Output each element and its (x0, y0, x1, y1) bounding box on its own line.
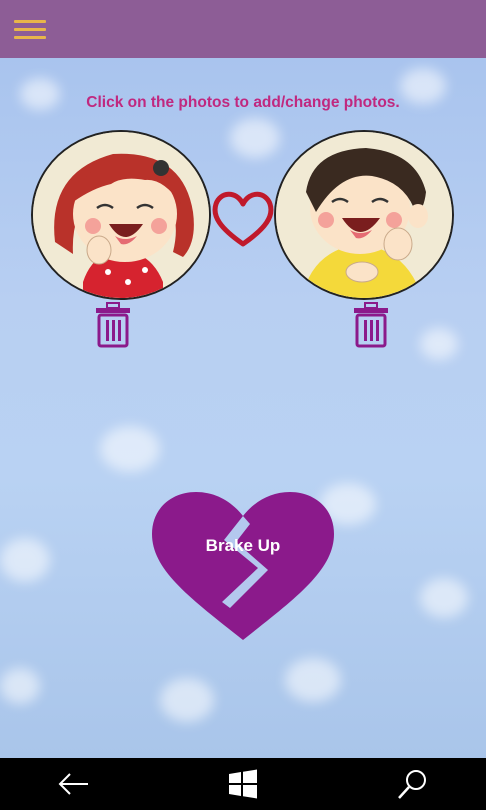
bokeh-decoration (160, 678, 214, 722)
bokeh-decoration (420, 328, 458, 360)
hamburger-icon[interactable] (14, 20, 46, 40)
left-photo[interactable] (31, 130, 211, 300)
girl-photo (33, 132, 209, 298)
bokeh-decoration (230, 118, 280, 158)
left-delete-trash-icon[interactable] (95, 302, 131, 348)
boy-photo (276, 132, 452, 298)
bokeh-decoration (100, 426, 160, 472)
breakup-button[interactable] (150, 490, 336, 642)
heart-icon (212, 191, 274, 247)
bokeh-decoration (285, 658, 341, 702)
search-icon[interactable] (396, 768, 430, 800)
navigation-bar (0, 758, 486, 810)
app-bar (0, 0, 486, 58)
bokeh-decoration (420, 578, 468, 618)
windows-logo-icon[interactable] (226, 768, 260, 800)
bokeh-decoration (0, 538, 50, 582)
back-arrow-icon[interactable] (56, 768, 90, 800)
bokeh-decoration (0, 668, 40, 704)
right-delete-trash-icon[interactable] (353, 302, 389, 348)
instruction-text: Click on the photos to add/change photos… (86, 94, 400, 111)
main-content: Click on the photos to add/change photos… (0, 58, 486, 758)
right-photo[interactable] (274, 130, 454, 300)
